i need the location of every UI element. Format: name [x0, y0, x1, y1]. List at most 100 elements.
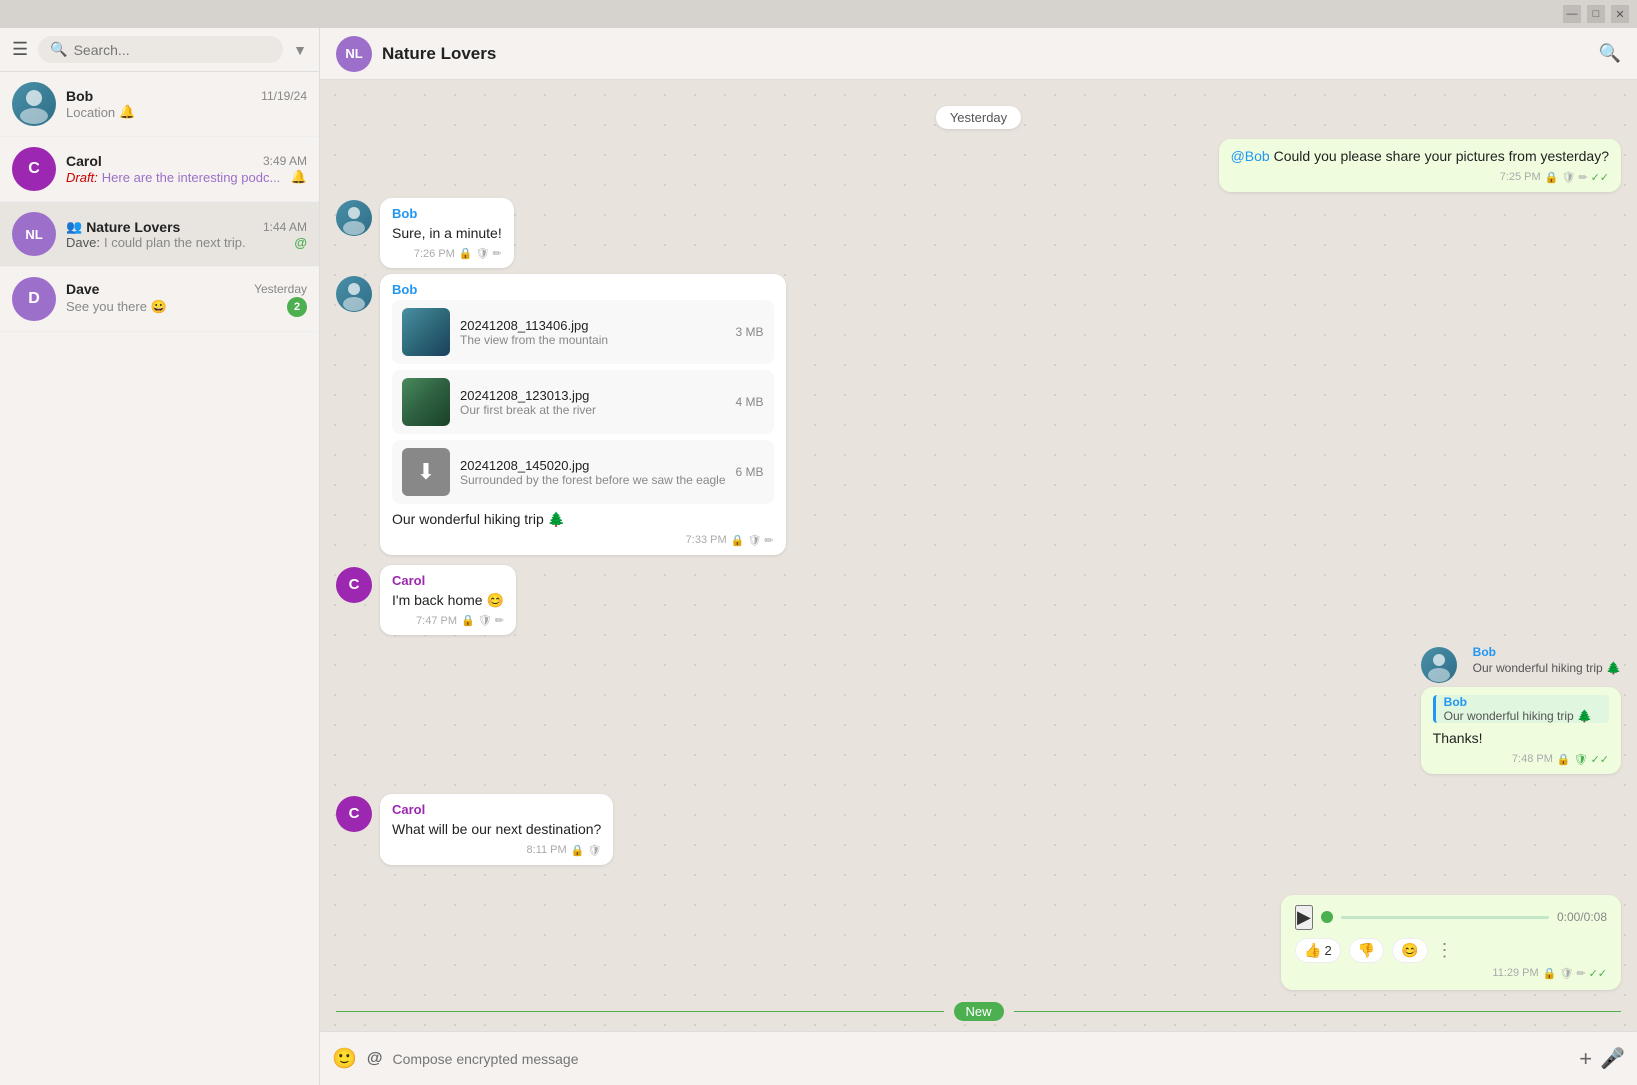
chat-messages: Yesterday @Bob Could you please share yo…: [320, 80, 1637, 1031]
emoji-button[interactable]: 🙂: [332, 1046, 357, 1071]
msg-text-out1: @Bob Could you please share your picture…: [1231, 147, 1609, 167]
new-sep-label: New: [954, 1002, 1004, 1021]
voice-controls: ▶ 0:00/0:08: [1295, 905, 1607, 930]
quote-text: Our wonderful hiking trip 🌲: [1444, 709, 1609, 723]
quote-sender: Bob: [1444, 695, 1609, 709]
msg-icons-carol-dest: 🔒🛡: [571, 844, 602, 857]
file-desc-1: The view from the mountain: [460, 333, 726, 347]
title-bar: — □ ✕: [0, 0, 1637, 28]
play-button[interactable]: ▶: [1295, 905, 1313, 930]
avatar-bob: [12, 82, 56, 126]
bubble-out2: Bob Our wonderful hiking trip 🌲 Thanks! …: [1421, 687, 1621, 774]
msg-time-out1: 7:25 PM: [1500, 171, 1541, 183]
msg-text-carol-dest: What will be our next destination?: [392, 820, 601, 840]
bubble-in2: Bob 20241208_113406.jpg The view from th…: [380, 274, 786, 555]
chat-item-dave[interactable]: D Dave Yesterday See you there 😀 2: [0, 267, 319, 332]
attach-button[interactable]: +: [1579, 1046, 1592, 1072]
minimize-button[interactable]: —: [1563, 5, 1581, 23]
msg-meta-voice: 11:29 PM 🔒🛡✏✓✓: [1295, 967, 1607, 980]
msg-time-in2: 7:33 PM: [686, 534, 727, 546]
file-name-2: 20241208_123013.jpg: [460, 388, 726, 403]
filter-button[interactable]: ▼: [291, 40, 309, 60]
chat-name-bob: Bob: [66, 88, 93, 104]
chat-time-dave: Yesterday: [254, 282, 307, 296]
sender-carol-home: Carol: [392, 573, 504, 588]
new-separator: New: [336, 1002, 1621, 1021]
reaction-thumbsdown[interactable]: 👎: [1349, 938, 1384, 963]
new-sep-line-left: [336, 1011, 944, 1012]
compose-bar: 🙂 @ + 🎤: [320, 1031, 1637, 1085]
sidebar: ☰ 🔍 ▼ Bob 11/19/24 Location: [0, 28, 320, 1085]
file-info-3: 20241208_145020.jpg Surrounded by the fo…: [460, 458, 726, 487]
day-label-yesterday: Yesterday: [936, 106, 1021, 129]
voice-dot: [1321, 911, 1333, 923]
msg-time-in1: 7:26 PM: [414, 248, 455, 260]
msg-icons-out2: 🔒🛡✓✓: [1557, 753, 1609, 766]
group-avatar: NL: [336, 36, 372, 72]
message-in2-files: Bob 20241208_113406.jpg The view from th…: [336, 274, 1621, 555]
chat-header: NL Nature Lovers 🔍: [320, 28, 1637, 80]
msg-time-out2: 7:48 PM: [1512, 753, 1553, 765]
chat-preview-nature-lovers: Dave: I could plan the next trip. @: [66, 235, 307, 250]
chat-item-bob[interactable]: Bob 11/19/24 Location 🔔: [0, 72, 319, 137]
reply-block-out2: Bob Our wonderful hiking trip 🌲 Bob Our …: [1421, 645, 1621, 774]
sender-bob-files: Bob: [392, 282, 774, 297]
mention-button[interactable]: @: [367, 1050, 383, 1068]
close-button[interactable]: ✕: [1611, 5, 1629, 23]
new-sep-line-right: [1014, 1011, 1622, 1012]
file-desc-2: Our first break at the river: [460, 403, 726, 417]
maximize-button[interactable]: □: [1587, 5, 1605, 23]
mic-button[interactable]: 🎤: [1600, 1046, 1625, 1071]
file-attachment-1[interactable]: 20241208_113406.jpg The view from the mo…: [392, 300, 774, 364]
msg-meta-out1: 7:25 PM 🔒🛡✏✓✓: [1231, 171, 1609, 184]
chat-info-carol: Carol 3:49 AM Draft: Here are the intere…: [66, 153, 307, 185]
main-chat: NL Nature Lovers 🔍 Yesterday @Bob Could …: [320, 28, 1637, 1085]
message-carol-home: C Carol I'm back home 😊 7:47 PM 🔒🛡✏: [336, 565, 1621, 636]
bubble-out1: @Bob Could you please share your picture…: [1219, 139, 1621, 192]
avatar-nature-lovers: NL: [12, 212, 56, 256]
voice-duration: 0:00/0:08: [1557, 910, 1607, 924]
draft-label-carol: Draft:: [66, 170, 98, 185]
avatar-carol: C: [12, 147, 56, 191]
msg-icons-voice: 🔒🛡✏✓✓: [1543, 967, 1607, 980]
search-box: 🔍: [38, 36, 283, 63]
mention-bob: @Bob: [1231, 148, 1270, 164]
reaction-more-button[interactable]: ⋮: [1436, 940, 1454, 961]
chat-preview-carol: Draft: Here are the interesting podc... …: [66, 169, 307, 185]
avatar-dave: D: [12, 277, 56, 321]
chat-preview-bob: Location 🔔: [66, 104, 307, 120]
msg-text-out2: Thanks!: [1433, 729, 1609, 749]
msg-time-voice: 11:29 PM: [1492, 967, 1538, 979]
search-input[interactable]: [74, 42, 272, 58]
msg-meta-in2: 7:33 PM 🔒🛡✏: [392, 534, 774, 547]
menu-button[interactable]: ☰: [10, 37, 30, 62]
chat-name-dave: Dave: [66, 281, 99, 297]
compose-right: + 🎤: [1579, 1046, 1625, 1072]
chat-name-carol: Carol: [66, 153, 102, 169]
file-thumb-3: ⬇: [402, 448, 450, 496]
reply-sender-label: Bob: [1473, 645, 1621, 659]
reply-text-preview: Our wonderful hiking trip 🌲: [1473, 661, 1621, 675]
chat-item-nature-lovers[interactable]: NL 👥 Nature Lovers 1:44 AM Dave: I could…: [0, 202, 319, 267]
avatar-bob-reply: [1421, 647, 1457, 683]
file-attachment-2[interactable]: 20241208_123013.jpg Our first break at t…: [392, 370, 774, 434]
sidebar-header: ☰ 🔍 ▼: [0, 28, 319, 72]
file-size-2: 4 MB: [736, 395, 764, 409]
at-icon-nl: @: [294, 235, 307, 250]
sender-carol-dest: Carol: [392, 802, 601, 817]
reaction-thumbsup[interactable]: 👍2: [1295, 938, 1341, 963]
bubble-carol-dest: Carol What will be our next destination?…: [380, 794, 613, 865]
avatar-bob-msg: [336, 200, 372, 236]
preview-prefix-nl: Dave:: [66, 235, 100, 250]
compose-input[interactable]: [393, 1051, 1570, 1067]
file-attachment-3[interactable]: ⬇ 20241208_145020.jpg Surrounded by the …: [392, 440, 774, 504]
msg-meta-carol-home: 7:47 PM 🔒🛡✏: [392, 614, 504, 627]
chat-item-carol[interactable]: C Carol 3:49 AM Draft: Here are the inte…: [0, 137, 319, 202]
file-info-2: 20241208_123013.jpg Our first break at t…: [460, 388, 726, 417]
file-size-3: 6 MB: [736, 465, 764, 479]
chat-search-button[interactable]: 🔍: [1599, 43, 1621, 64]
reaction-smile[interactable]: 😊: [1392, 938, 1427, 963]
replied-content: Bob Our wonderful hiking trip 🌲: [1473, 645, 1621, 679]
msg-icons-in2: 🔒🛡✏: [731, 534, 774, 547]
avatar-carol-dest: C: [336, 796, 372, 832]
